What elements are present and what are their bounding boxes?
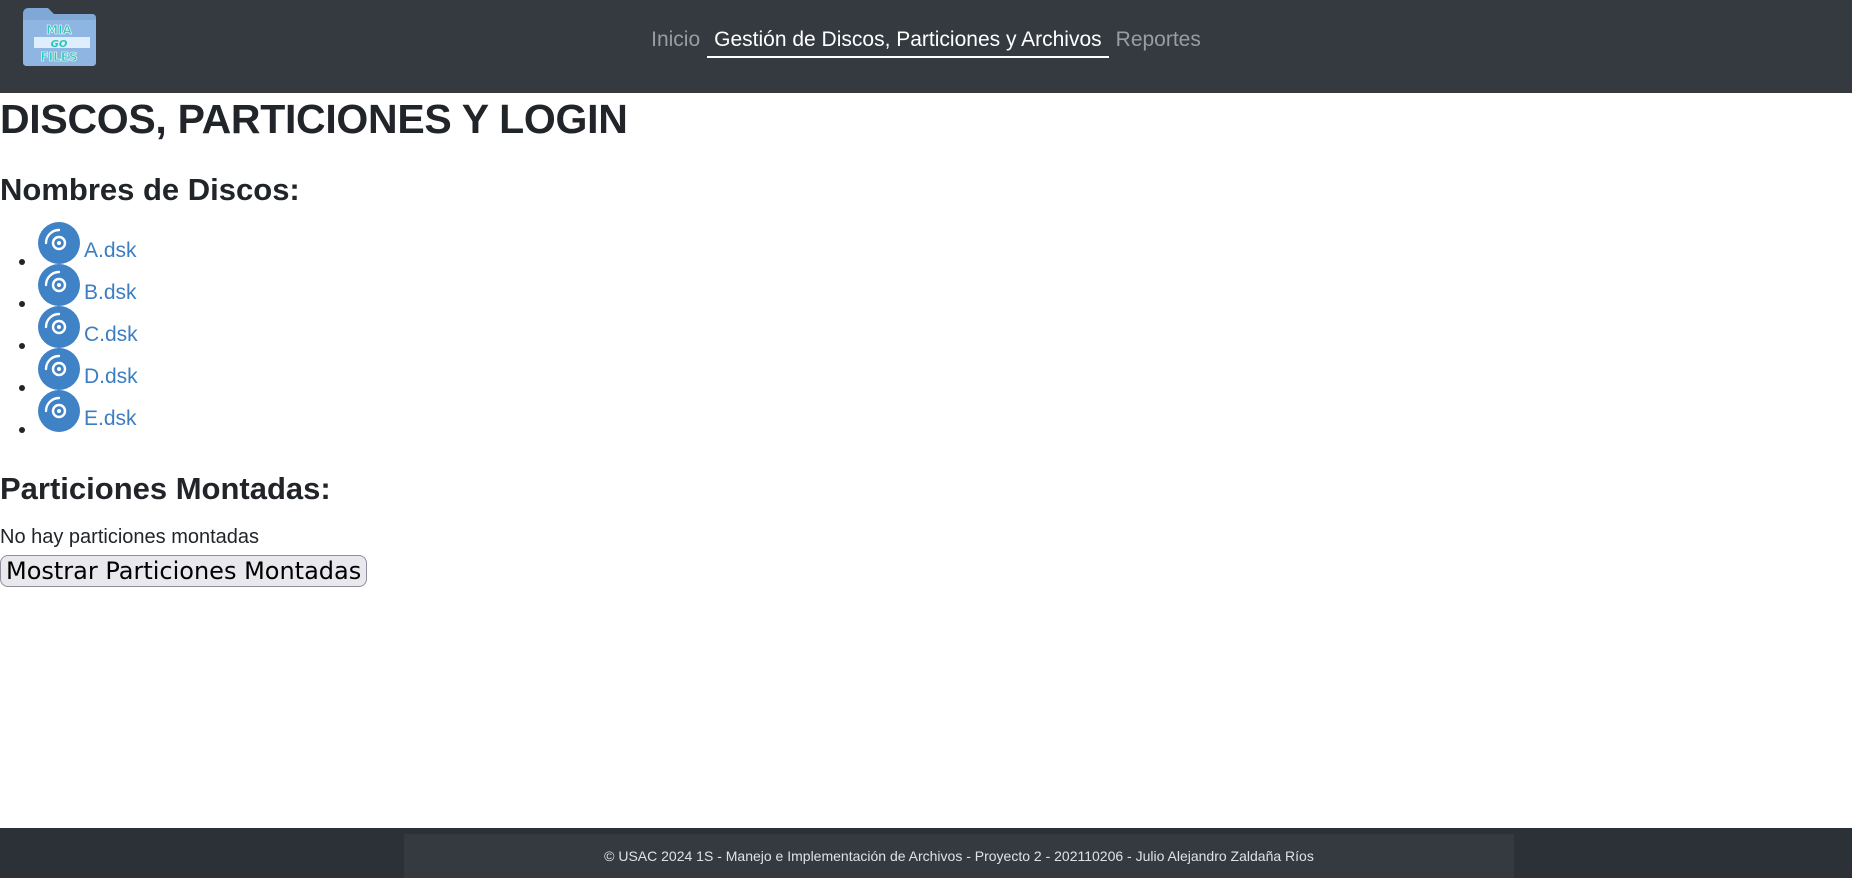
- partitions-heading: Particiones Montadas:: [0, 471, 331, 506]
- page-title: DISCOS, PARTICIONES Y LOGIN: [0, 96, 628, 142]
- disk-item: D.dsk: [38, 348, 138, 394]
- disk-icon: [38, 390, 80, 432]
- footer: © USAC 2024 1S - Manejo e Implementación…: [0, 828, 1852, 878]
- disk-item: B.dsk: [38, 264, 138, 310]
- disk-list: A.dsk B.dsk C.dsk D.dsk E.dsk: [0, 222, 138, 436]
- nav-link-inicio[interactable]: Inicio: [644, 24, 707, 58]
- disk-link[interactable]: B.dsk: [84, 281, 137, 305]
- disk-link[interactable]: C.dsk: [84, 323, 138, 347]
- disks-heading: Nombres de Discos:: [0, 172, 300, 207]
- nav-link-reportes[interactable]: Reportes: [1109, 24, 1208, 58]
- disk-item: E.dsk: [38, 390, 138, 436]
- nav-link-gestion[interactable]: Gestión de Discos, Particiones y Archivo…: [707, 24, 1109, 58]
- disk-link[interactable]: E.dsk: [84, 407, 137, 431]
- disk-item: C.dsk: [38, 306, 138, 352]
- disk-link[interactable]: D.dsk: [84, 365, 138, 389]
- disk-item: A.dsk: [38, 222, 138, 268]
- footer-text: © USAC 2024 1S - Manejo e Implementación…: [404, 834, 1514, 878]
- main-nav: Inicio Gestión de Discos, Particiones y …: [0, 24, 1852, 58]
- navbar: MIA GO FILES Inicio Gestión de Discos, P…: [0, 0, 1852, 93]
- disk-icon: [38, 306, 80, 348]
- show-partitions-button[interactable]: Mostrar Particiones Montadas: [0, 555, 368, 587]
- disk-icon: [38, 348, 80, 390]
- disk-link[interactable]: A.dsk: [84, 239, 137, 263]
- disk-icon: [38, 222, 80, 264]
- no-partitions-text: No hay particiones montadas: [0, 526, 260, 548]
- disk-icon: [38, 264, 80, 306]
